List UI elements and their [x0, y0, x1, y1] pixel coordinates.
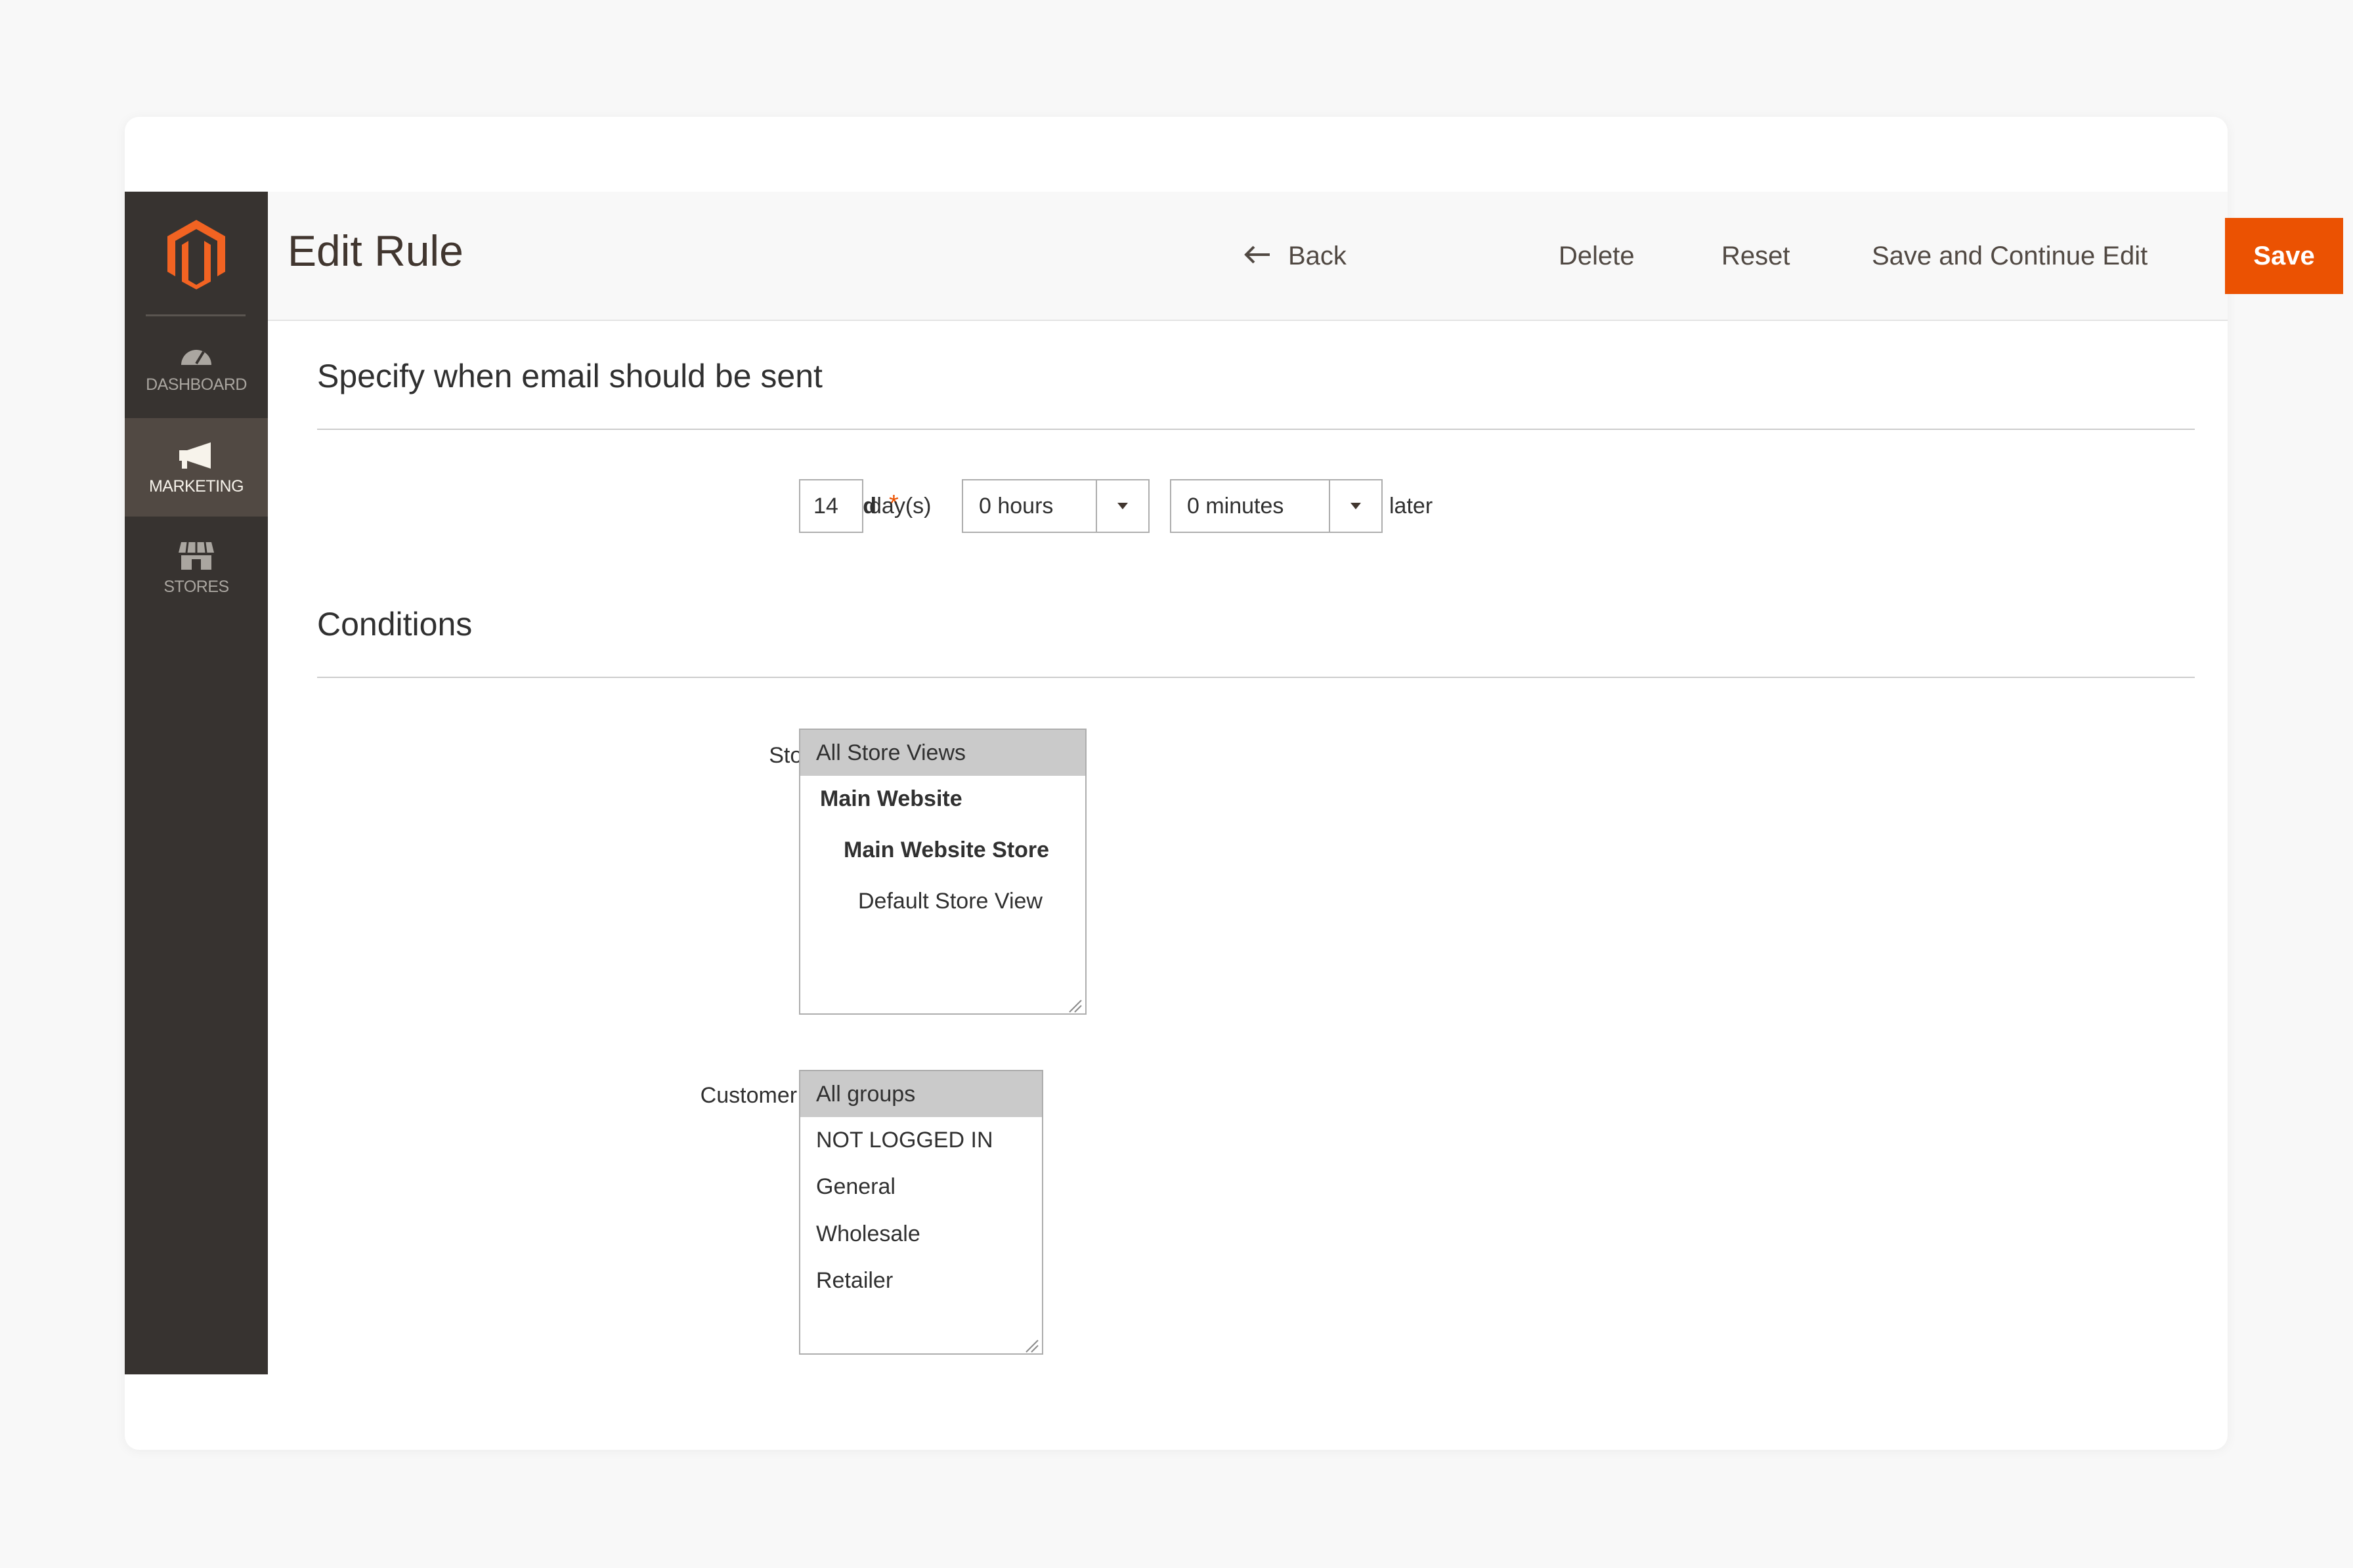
sidebar-item-marketing[interactable]: MARKETING: [125, 418, 268, 517]
resize-handle-icon[interactable]: [1066, 994, 1083, 1013]
resize-handle-icon[interactable]: [1022, 1334, 1039, 1353]
magento-logo[interactable]: [125, 192, 268, 316]
section-divider: [317, 677, 2195, 678]
option-label: NOT LOGGED IN: [816, 1127, 993, 1153]
option-label: All groups: [816, 1081, 916, 1107]
section-title-conditions: Conditions: [317, 606, 473, 643]
customer-group-option[interactable]: General: [800, 1164, 1042, 1210]
sidebar-item-label: MARKETING: [148, 477, 244, 496]
magento-logo-icon: [167, 220, 225, 289]
sidebar-item-label: STORES: [163, 577, 229, 596]
customer-group-option[interactable]: NOT LOGGED IN: [800, 1117, 1042, 1163]
customer-group-option[interactable]: All groups: [800, 1071, 1042, 1117]
customer-groups-multiselect[interactable]: All groups NOT LOGGED IN General Wholesa…: [799, 1070, 1043, 1355]
save-button[interactable]: Save: [2225, 218, 2343, 294]
option-label: General: [816, 1174, 896, 1199]
store-view-option[interactable]: Main Website Store: [800, 827, 1085, 873]
save-and-continue-button[interactable]: Save and Continue Edit: [1872, 223, 2148, 289]
hours-value: 0 hours: [979, 493, 1054, 519]
dashboard-icon: [177, 337, 216, 370]
back-button-label: Back: [1288, 242, 1347, 270]
option-label: Default Store View: [858, 888, 1043, 914]
sidebar-item-label: DASHBOARD: [146, 375, 247, 394]
store-view-option[interactable]: Default Store View: [800, 878, 1085, 924]
option-label: Retailer: [816, 1267, 894, 1293]
admin-sidebar: DASHBOARD MARKETING STORES: [125, 192, 268, 1374]
option-label: All Store Views: [816, 740, 966, 765]
customer-group-option[interactable]: Wholesale: [800, 1211, 1042, 1257]
store-view-option[interactable]: All Store Views: [800, 730, 1085, 776]
sidebar-item-dashboard[interactable]: DASHBOARD: [125, 316, 268, 415]
store-icon: [177, 540, 216, 572]
page-title: Edit Rule: [288, 226, 464, 275]
chevron-down-icon[interactable]: [1329, 480, 1381, 532]
back-button[interactable]: Back: [1243, 223, 1347, 289]
minutes-value: 0 minutes: [1187, 493, 1284, 519]
chevron-down-icon[interactable]: [1096, 480, 1148, 532]
later-label: later: [1389, 494, 1433, 519]
option-label: Main Website Store: [844, 837, 1049, 862]
megaphone-icon: [177, 439, 216, 472]
section-divider: [317, 429, 2195, 430]
admin-app: DASHBOARD MARKETING STORES Edit Rule Bac…: [125, 192, 2343, 1374]
send-minutes-select[interactable]: 0 minutes: [1170, 479, 1383, 533]
store-view-option[interactable]: Main Website: [800, 776, 1085, 822]
days-unit-label: day(s): [869, 494, 932, 519]
arrow-left-icon: [1243, 223, 1271, 289]
section-title-schedule: Specify when email should be sent: [317, 358, 823, 394]
customer-group-option[interactable]: Retailer: [800, 1258, 1042, 1303]
sidebar-item-stores[interactable]: STORES: [125, 519, 268, 617]
delete-button[interactable]: Delete: [1559, 223, 1635, 289]
page-header: Edit Rule Back Delete Reset Save and Con…: [268, 192, 2343, 321]
reset-button[interactable]: Reset: [1721, 223, 1790, 289]
store-view-multiselect[interactable]: All Store Views Main Website Main Websit…: [799, 729, 1087, 1015]
send-days-input[interactable]: 14: [799, 479, 863, 533]
send-hours-select[interactable]: 0 hours: [962, 479, 1150, 533]
option-label: Wholesale: [816, 1221, 920, 1246]
option-label: Main Website: [820, 786, 962, 811]
